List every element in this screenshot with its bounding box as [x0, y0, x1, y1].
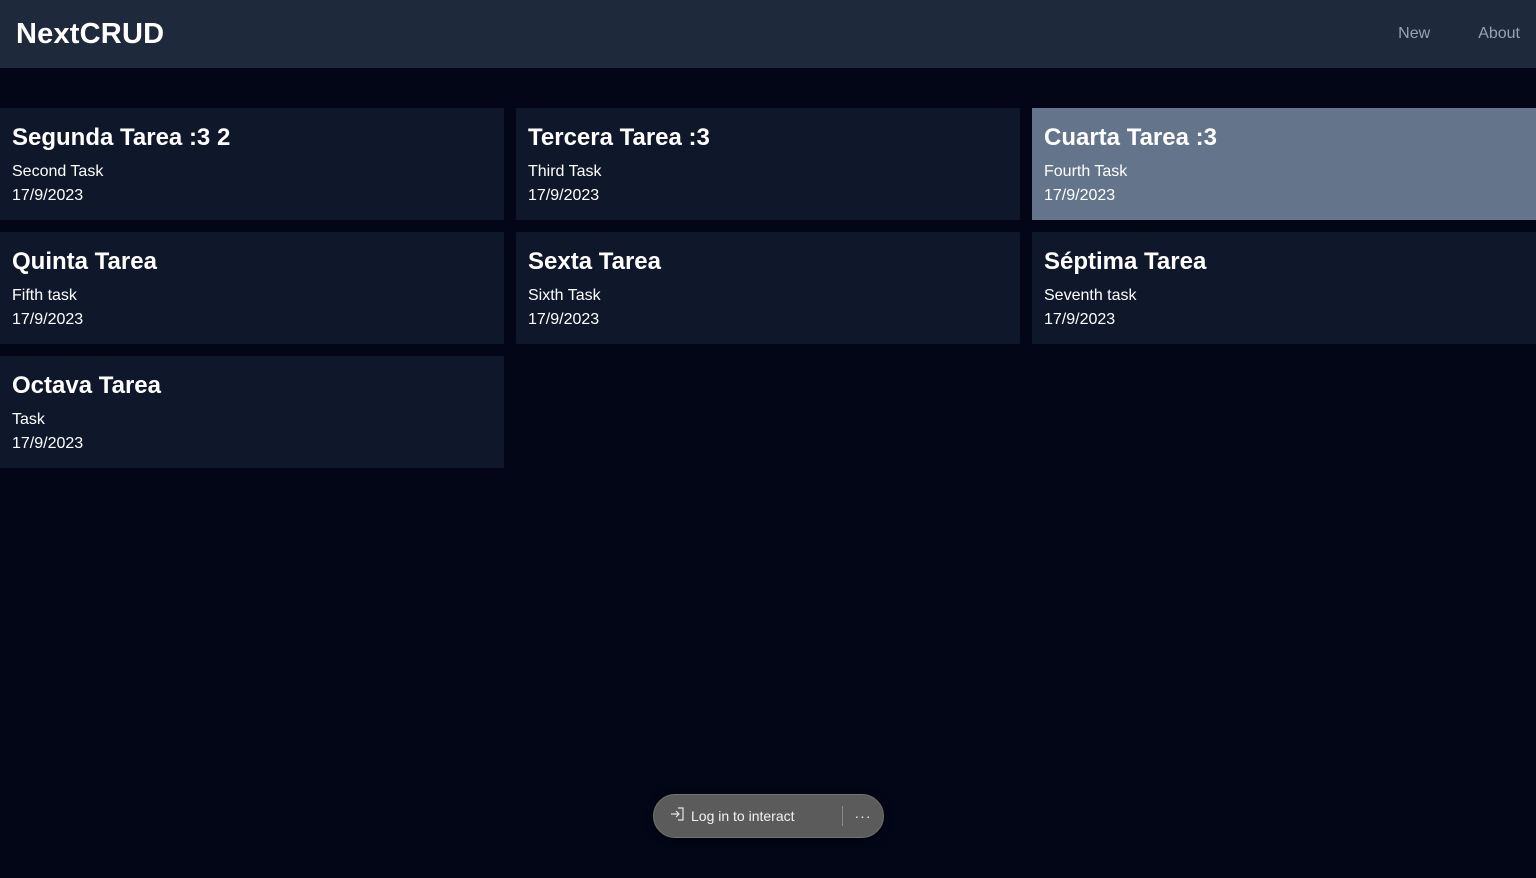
task-description: Fourth Task [1044, 163, 1128, 180]
task-card-hovered[interactable]: Cuarta Tarea :3 Fourth Task 17/9/2023 [1032, 108, 1536, 220]
task-description: Seventh task [1044, 287, 1137, 304]
task-title: Cuarta Tarea :3 [1044, 124, 1217, 151]
task-description: Sixth Task [528, 287, 601, 304]
task-card[interactable]: Octava Tarea Task 17/9/2023 [0, 356, 504, 468]
task-card[interactable]: Tercera Tarea :3 Third Task 17/9/2023 [516, 108, 1020, 220]
task-card[interactable]: Segunda Tarea :3 2 Second Task 17/9/2023 [0, 108, 504, 220]
more-options-button[interactable]: ··· [843, 794, 883, 838]
task-date: 17/9/2023 [12, 187, 84, 204]
login-overlay-pill: Log in to interact ··· [653, 794, 884, 838]
task-description: Second Task [12, 163, 104, 180]
task-title: Segunda Tarea :3 2 [12, 124, 231, 151]
task-description: Task [12, 411, 45, 428]
task-description: Fifth task [12, 287, 77, 304]
nav-links: New About [1350, 25, 1520, 43]
login-label: Log in to interact [691, 808, 795, 824]
task-date: 17/9/2023 [12, 435, 84, 452]
nav-link-about[interactable]: About [1478, 25, 1520, 43]
task-card[interactable]: Sexta Tarea Sixth Task 17/9/2023 [516, 232, 1020, 344]
task-title: Quinta Tarea [12, 248, 157, 275]
task-grid: Segunda Tarea :3 2 Second Task 17/9/2023… [0, 108, 1536, 468]
task-date: 17/9/2023 [528, 311, 600, 328]
task-card[interactable]: Séptima Tarea Seventh task 17/9/2023 [1032, 232, 1536, 344]
nav-link-new[interactable]: New [1398, 25, 1430, 43]
task-description: Third Task [528, 163, 602, 180]
brand-logo-link[interactable]: NextCRUD [16, 18, 164, 51]
task-date: 17/9/2023 [1044, 311, 1116, 328]
login-arrow-icon [668, 805, 691, 828]
task-title: Tercera Tarea :3 [528, 124, 710, 151]
task-date: 17/9/2023 [12, 311, 84, 328]
task-date: 17/9/2023 [1044, 187, 1116, 204]
task-card[interactable]: Quinta Tarea Fifth task 17/9/2023 [0, 232, 504, 344]
login-button[interactable]: Log in to interact [654, 795, 842, 837]
task-date: 17/9/2023 [528, 187, 600, 204]
task-title: Séptima Tarea [1044, 248, 1207, 275]
task-title: Octava Tarea [12, 372, 161, 399]
navbar: NextCRUD New About [0, 0, 1536, 68]
task-title: Sexta Tarea [528, 248, 661, 275]
